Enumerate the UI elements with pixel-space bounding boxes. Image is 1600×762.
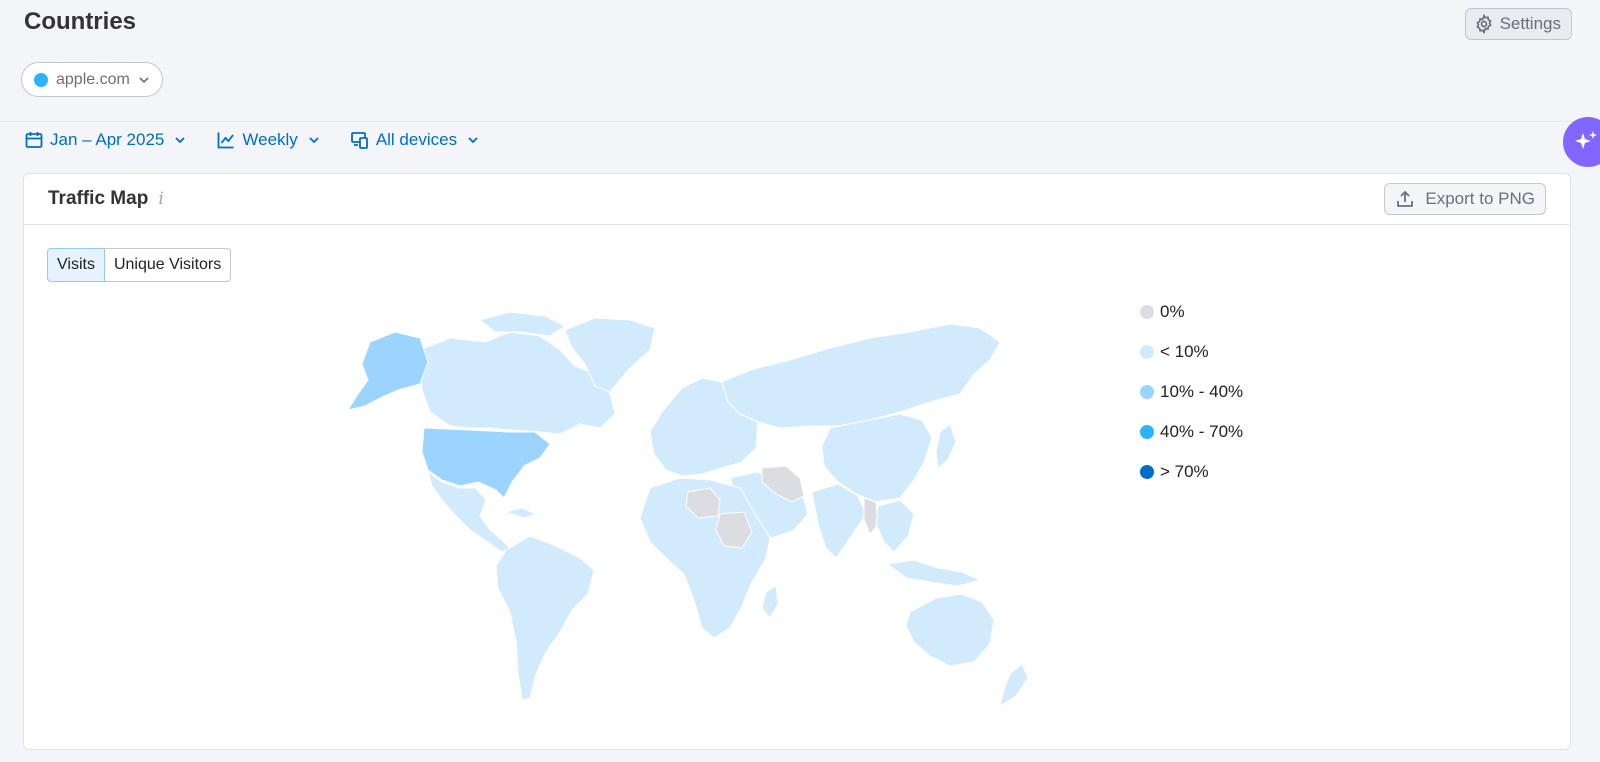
legend-dot	[1140, 465, 1154, 479]
legend-item: > 70%	[1140, 461, 1243, 483]
header-divider	[0, 121, 1600, 122]
traffic-map-card: Traffic Map i Export to PNG Visits Uniqu…	[23, 173, 1571, 750]
tab-unique-visitors[interactable]: Unique Visitors	[104, 248, 232, 282]
map-region-madagascar[interactable]	[761, 585, 779, 619]
devices-label: All devices	[375, 130, 458, 149]
map-region-russia[interactable]	[721, 323, 1001, 429]
legend-label: 10% - 40%	[1160, 382, 1244, 401]
export-label: Export to PNG	[1425, 189, 1535, 208]
legend-label: 40% - 70%	[1160, 422, 1244, 441]
card-title: Traffic Map	[48, 188, 149, 209]
export-png-button[interactable]: Export to PNG	[1384, 183, 1546, 215]
line-chart-icon	[217, 132, 235, 149]
chevron-down-icon	[468, 137, 478, 144]
chevron-down-icon	[175, 137, 186, 144]
legend-item: 40% - 70%	[1140, 421, 1243, 443]
map-region-caribbean[interactable]	[505, 507, 537, 519]
legend-dot	[1140, 425, 1154, 439]
map-region-japan[interactable]	[935, 423, 957, 469]
domain-label: apple.com	[56, 70, 130, 88]
metric-toggle: Visits Unique Visitors	[47, 248, 232, 282]
domain-color-dot	[34, 72, 48, 87]
legend-item: 10% - 40%	[1140, 381, 1243, 403]
calendar-icon	[25, 132, 43, 148]
settings-button[interactable]: Settings	[1464, 8, 1572, 40]
legend-label: 0%	[1160, 302, 1185, 321]
upload-icon	[1397, 190, 1414, 207]
map-region-new-zealand[interactable]	[999, 663, 1029, 707]
legend-item: < 10%	[1140, 341, 1243, 363]
ai-assistant-button[interactable]	[1563, 117, 1600, 167]
legend-dot	[1140, 305, 1154, 319]
legend-label: < 10%	[1160, 342, 1209, 361]
domain-selector[interactable]: apple.com	[21, 62, 163, 97]
granularity-label: Weekly	[242, 130, 298, 149]
map-region-southeast-asia[interactable]	[875, 499, 915, 553]
devices-icon	[350, 132, 368, 149]
map-region-australia[interactable]	[905, 593, 995, 667]
legend-label: > 70%	[1160, 462, 1209, 481]
world-map	[310, 302, 1050, 717]
chevron-down-icon	[309, 137, 319, 144]
map-region-indonesia[interactable]	[887, 559, 981, 587]
legend-dot	[1140, 385, 1154, 399]
sparkle-icon	[1575, 131, 1597, 149]
map-legend: 0% < 10% 10% - 40% 40% - 70% > 70%	[1140, 301, 1243, 483]
tab-visits[interactable]: Visits	[47, 248, 105, 282]
date-range-filter[interactable]: Jan – Apr 2025	[24, 130, 186, 150]
map-region-alaska[interactable]	[347, 331, 429, 411]
settings-label: Settings	[1499, 14, 1561, 33]
legend-dot	[1140, 345, 1154, 359]
chevron-down-icon	[139, 76, 149, 83]
card-header: Traffic Map i Export to PNG	[24, 174, 1570, 225]
granularity-filter[interactable]: Weekly	[216, 130, 319, 150]
filter-bar: Jan – Apr 2025 Weekly All devices	[24, 130, 479, 150]
map-region-arctic-islands[interactable]	[479, 311, 566, 337]
devices-filter[interactable]: All devices	[350, 130, 479, 150]
map-region-south-america[interactable]	[495, 535, 595, 701]
info-icon[interactable]: i	[158, 189, 163, 209]
map-region-myanmar[interactable]	[863, 497, 879, 535]
gear-icon	[1475, 14, 1492, 34]
legend-item: 0%	[1140, 301, 1243, 323]
date-range-label: Jan – Apr 2025	[50, 130, 165, 149]
page-title: Countries	[24, 8, 137, 35]
